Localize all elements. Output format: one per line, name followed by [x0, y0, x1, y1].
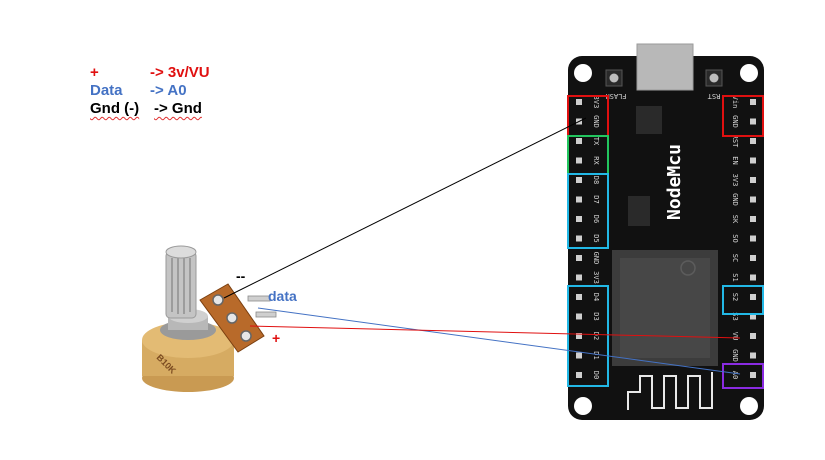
left-pin-label: TX	[592, 137, 600, 146]
left-pin-label: RX	[592, 156, 600, 165]
right-pin-pad	[750, 196, 756, 203]
left-pin-pad	[576, 177, 582, 183]
mount-hole-tr	[740, 64, 758, 82]
label-data-wire: data	[268, 288, 297, 304]
right-pin-label: S1	[731, 273, 739, 281]
wiring-diagram: B10K FLASH RST NodeMcu 3V3GNDTXRXD8D7D6D…	[142, 43, 764, 420]
left-pin-pad	[576, 138, 582, 144]
right-pin-pad	[750, 138, 756, 144]
right-pin-label: GND	[731, 193, 739, 206]
right-pin-label: EN	[731, 156, 739, 164]
left-pin-label: D1	[592, 351, 600, 359]
chip-small	[636, 106, 662, 134]
left-pin-label: D2	[592, 332, 600, 340]
right-pin-pad	[750, 235, 756, 242]
right-pin-pad	[750, 255, 756, 261]
left-pin-pad	[576, 157, 582, 164]
right-pin-pad	[750, 177, 756, 183]
left-pin-label: D7	[592, 195, 600, 203]
left-pin-label: D8	[592, 176, 600, 184]
left-pin-pad	[576, 196, 582, 203]
right-pin-label: GND	[731, 115, 739, 128]
left-pin-label: D5	[592, 234, 600, 242]
right-pin-pad	[750, 372, 756, 378]
label-vcc-wire: +	[272, 330, 281, 346]
left-pin-pad	[576, 255, 582, 261]
mount-hole-tl	[574, 64, 592, 82]
left-pin-pad	[576, 99, 582, 105]
right-pin-label: 3V3	[731, 174, 739, 187]
left-pin-label: D0	[592, 371, 600, 379]
left-pin-pad	[576, 235, 582, 242]
label-gnd-wire: --	[236, 268, 246, 284]
left-pin-pad	[576, 372, 582, 378]
right-pin-label: A0	[731, 371, 739, 379]
wire-gnd	[223, 117, 587, 299]
left-pin-label: 3V3	[592, 271, 600, 284]
right-pin-pad	[750, 216, 756, 222]
left-pin-label: D3	[592, 312, 600, 320]
pot-shaft	[165, 251, 197, 319]
right-pin-label: S2	[731, 293, 739, 301]
left-pin-pad	[576, 274, 582, 281]
left-pin-label: D6	[592, 215, 600, 223]
pot-lead-1	[247, 295, 271, 302]
pot-terminal-gnd	[212, 294, 224, 306]
left-pin-label: 3V3	[592, 96, 600, 109]
usb-connector	[636, 43, 694, 91]
right-pin-label: VU	[731, 332, 739, 340]
pot-terminal-data	[226, 312, 238, 324]
mount-hole-bl	[574, 397, 592, 415]
pot-lead-2	[255, 311, 277, 318]
rst-label: RST	[707, 92, 720, 100]
left-pin-label: GND	[592, 115, 600, 128]
right-pin-pad	[750, 352, 756, 359]
right-pin-label: GND	[731, 349, 739, 362]
right-pin-label: SK	[731, 215, 739, 224]
left-pin-label: D4	[592, 293, 600, 301]
left-pin-pad	[576, 352, 582, 359]
left-pin-pad	[576, 216, 582, 222]
right-pin-pad	[750, 274, 756, 281]
right-pin-pad	[750, 118, 756, 125]
left-pin-label: GND	[592, 252, 600, 265]
right-pin-label: Vin	[731, 96, 739, 109]
chip-regulator	[628, 196, 650, 226]
pot-terminal-vcc	[240, 330, 252, 342]
right-pin-pad	[750, 294, 756, 300]
right-pin-label: SO	[731, 234, 739, 242]
right-pin-label: SC	[731, 254, 739, 262]
potentiometer: B10K	[142, 245, 277, 392]
right-pin-pad	[750, 99, 756, 105]
left-pin-pad	[576, 294, 582, 300]
right-pin-pad	[750, 157, 756, 164]
left-pin-pad	[576, 313, 582, 320]
pot-shaft-tip	[165, 245, 197, 259]
mount-hole-br	[740, 397, 758, 415]
right-pin-pad	[750, 333, 756, 339]
board-name: NodeMcu	[664, 144, 685, 220]
